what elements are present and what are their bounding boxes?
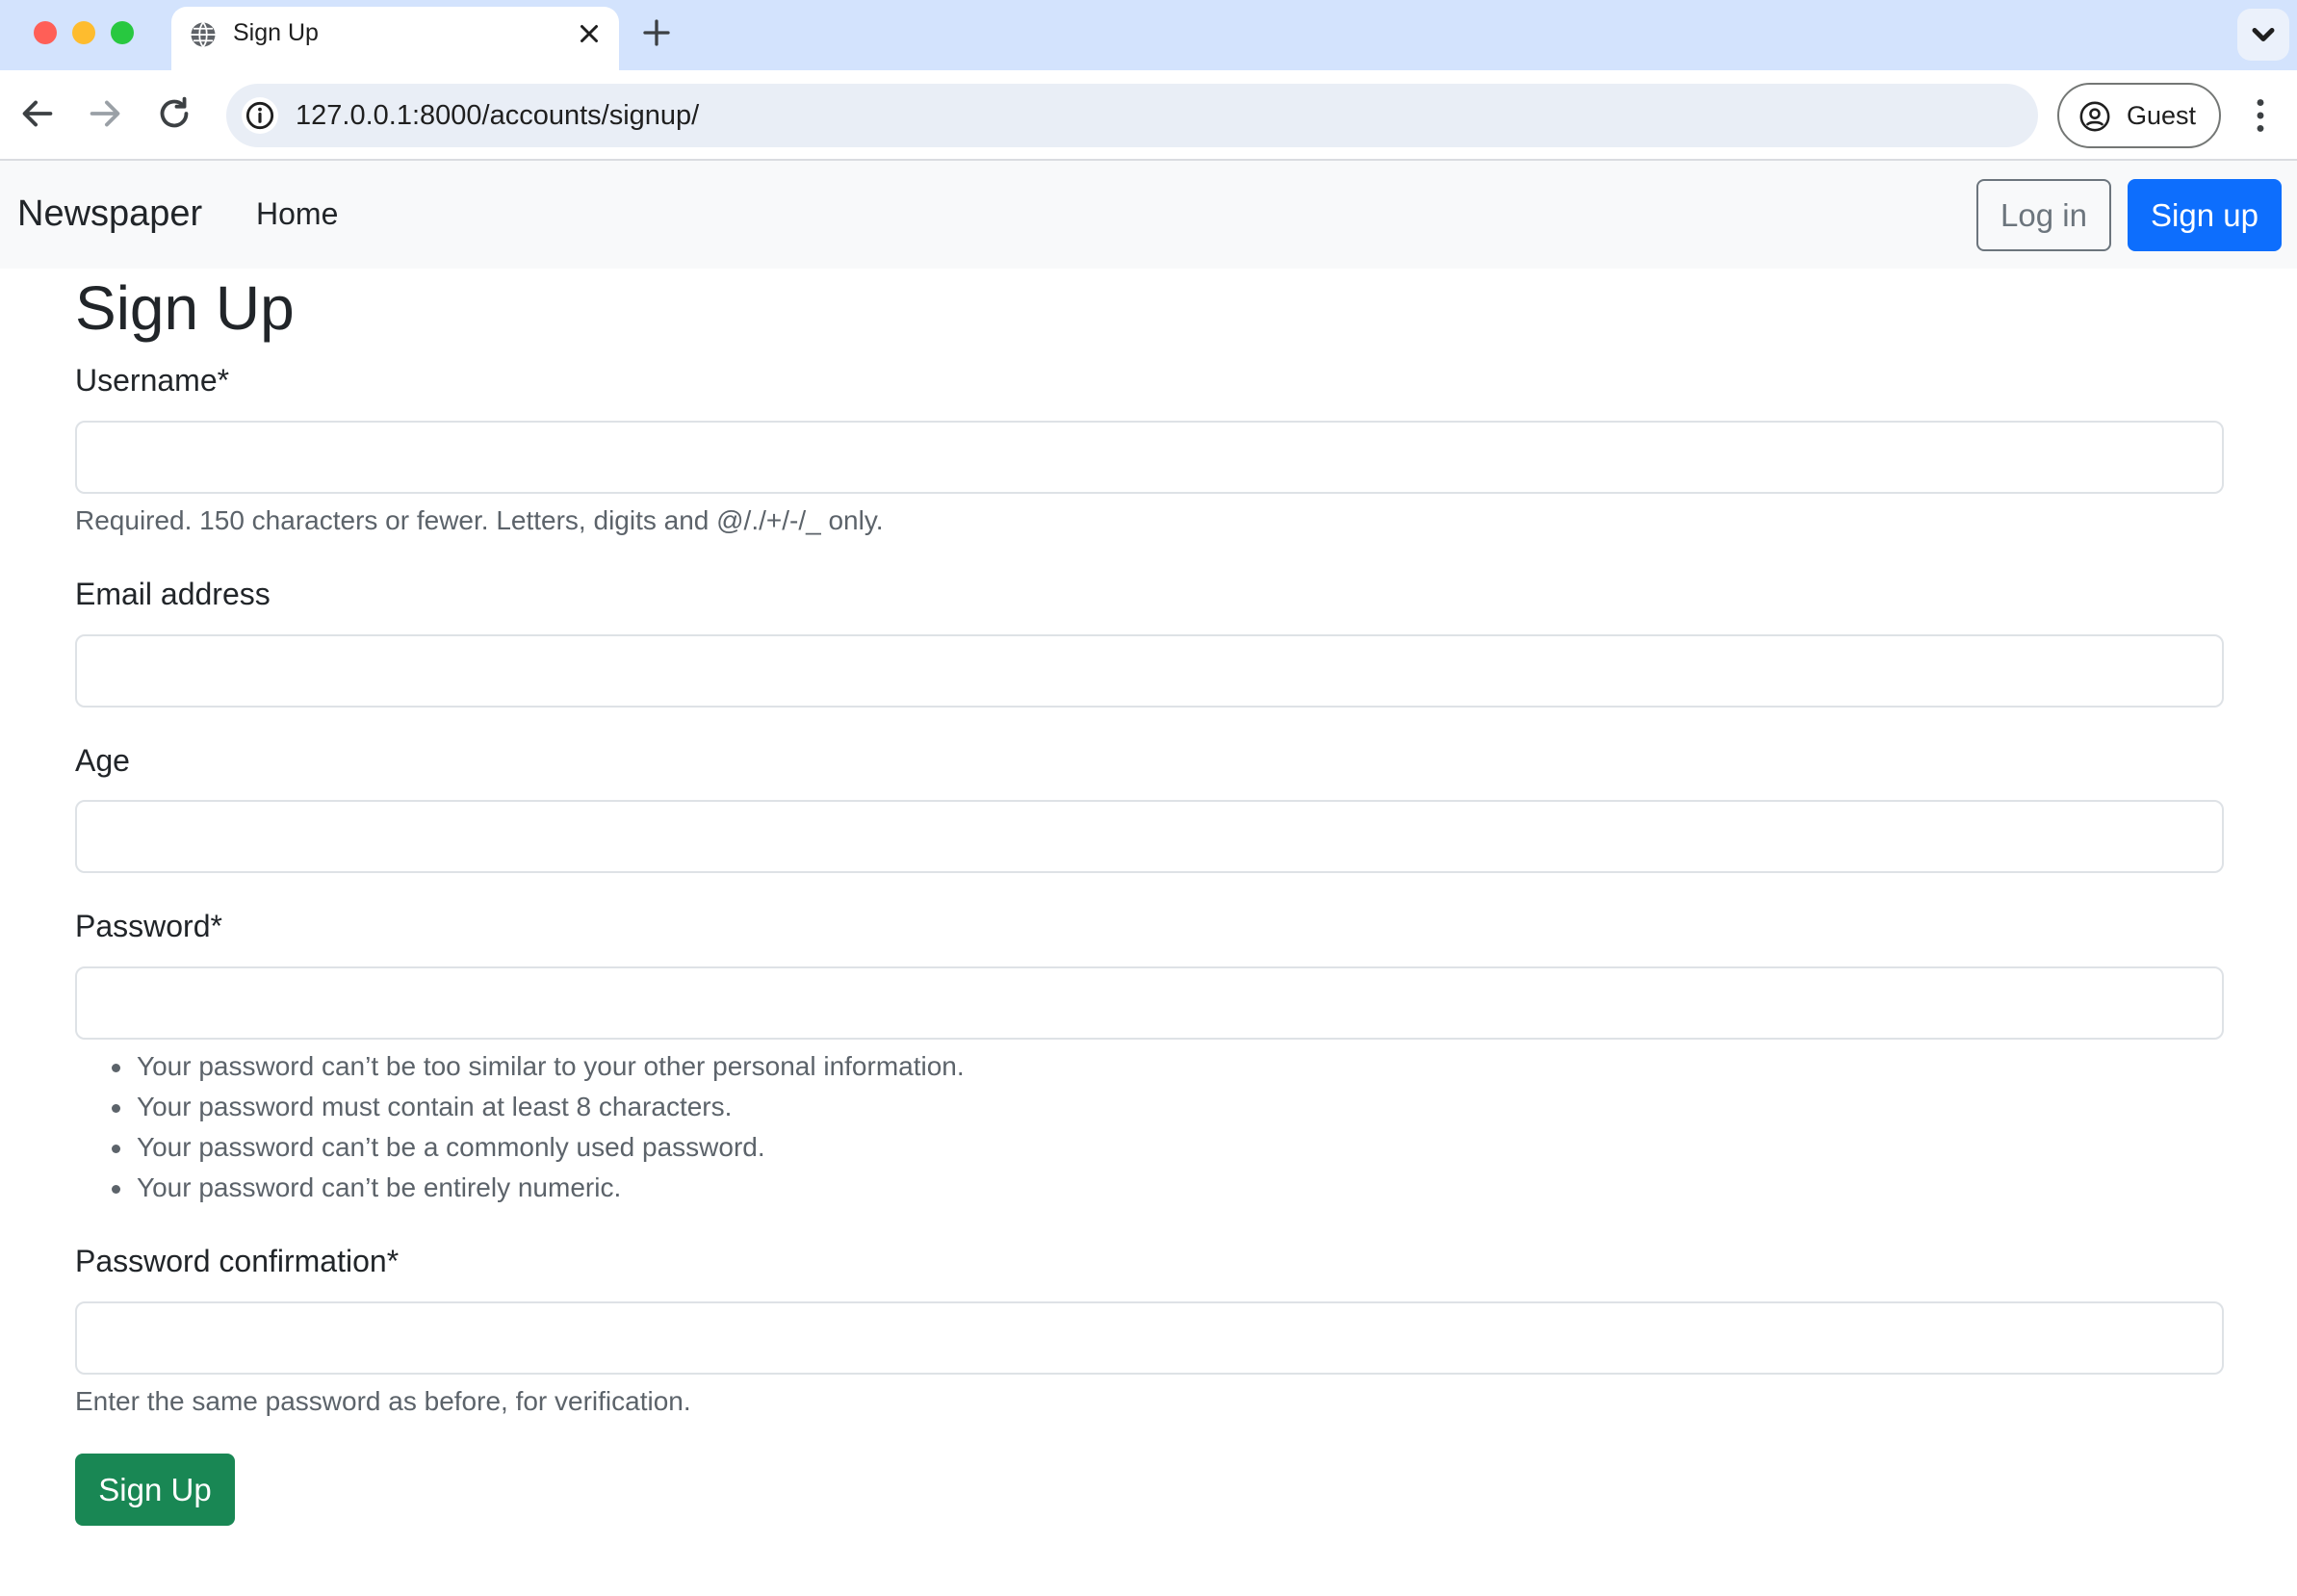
window-close-button[interactable] (34, 21, 57, 44)
reload-icon (160, 96, 189, 128)
close-icon[interactable] (575, 19, 604, 48)
age-label: Age (75, 743, 130, 778)
bullet-icon (112, 1064, 120, 1072)
password-confirmation-field[interactable] (75, 1301, 2224, 1375)
globe-icon (191, 21, 216, 48)
browser-toolbar: 127.0.0.1:8000/accounts/signup/ Guest (0, 70, 2297, 161)
page-title: Sign Up (75, 273, 295, 343)
tab-search-button[interactable] (2237, 9, 2289, 61)
password-rule-text: Your password must contain at least 8 ch… (137, 1092, 733, 1121)
profile-label: Guest (2127, 101, 2197, 130)
browser-tab-active[interactable]: Sign Up (171, 7, 619, 70)
password-rule-text: Your password can’t be too similar to yo… (137, 1051, 965, 1081)
site-navbar: Newspaper Home Log in Sign up (0, 161, 2297, 269)
password-field[interactable] (75, 966, 2224, 1040)
list-item: Your password can’t be entirely numeric. (75, 1170, 965, 1210)
password-rule-text: Your password can’t be a commonly used p… (137, 1132, 765, 1162)
account-circle-icon (2079, 101, 2110, 132)
email-label: Email address (75, 577, 271, 611)
submit-signup-button[interactable]: Sign Up (75, 1454, 235, 1526)
url-text: 127.0.0.1:8000/accounts/signup/ (296, 100, 700, 131)
password-confirmation-label: Password confirmation* (75, 1244, 400, 1278)
signup-nav-button[interactable]: Sign up (2128, 179, 2282, 251)
back-button[interactable] (15, 91, 60, 136)
window-minimize-button[interactable] (72, 21, 95, 44)
bullet-icon (112, 1145, 120, 1153)
profile-button[interactable]: Guest (2057, 83, 2221, 148)
password-rule-text: Your password can’t be entirely numeric. (137, 1172, 622, 1202)
age-field[interactable] (75, 800, 2224, 873)
username-help-text: Required. 150 characters or fewer. Lette… (75, 505, 884, 535)
address-bar[interactable]: 127.0.0.1:8000/accounts/signup/ (226, 84, 2038, 147)
kebab-menu-icon[interactable] (2246, 93, 2275, 138)
email-field[interactable] (75, 634, 2224, 708)
chevron-down-icon (2252, 28, 2275, 41)
list-item: Your password can’t be a commonly used p… (75, 1129, 965, 1170)
list-item: Your password must contain at least 8 ch… (75, 1089, 965, 1129)
password-confirmation-help-text: Enter the same password as before, for v… (75, 1386, 691, 1416)
arrow-right-icon (90, 100, 120, 127)
list-item: Your password can’t be too similar to yo… (75, 1048, 965, 1089)
password-help-list: Your password can’t be too similar to yo… (75, 1048, 965, 1210)
tab-title: Sign Up (233, 19, 319, 46)
forward-button[interactable] (83, 91, 127, 136)
password-label: Password* (75, 909, 222, 943)
arrow-left-icon (22, 100, 53, 127)
username-field[interactable] (75, 421, 2224, 494)
navbar-brand[interactable]: Newspaper (17, 193, 202, 235)
bullet-icon (112, 1104, 120, 1113)
login-button[interactable]: Log in (1976, 179, 2111, 251)
nav-link-home[interactable]: Home (256, 196, 338, 232)
info-icon[interactable] (242, 97, 278, 134)
reload-button[interactable] (152, 91, 196, 136)
plus-icon[interactable] (639, 15, 674, 50)
username-label: Username* (75, 363, 230, 398)
bullet-icon (112, 1185, 120, 1194)
browser-tabstrip: Sign Up (0, 0, 2297, 70)
window-zoom-button[interactable] (111, 21, 134, 44)
